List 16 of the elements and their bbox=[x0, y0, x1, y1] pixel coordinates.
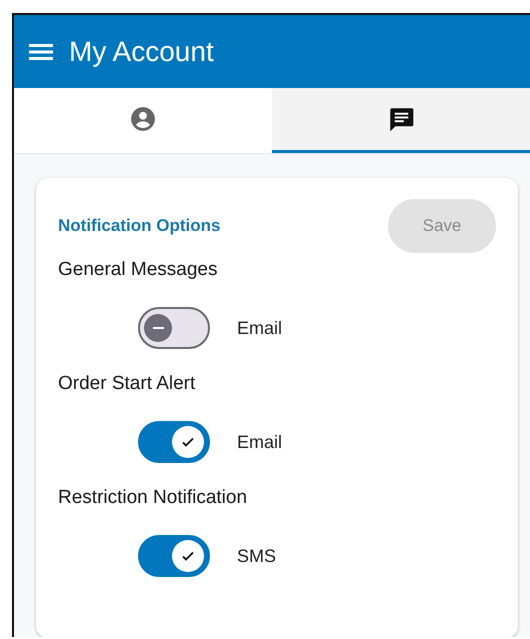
section-title: Notification Options bbox=[58, 216, 220, 236]
toggle-switch[interactable] bbox=[138, 421, 210, 463]
menu-icon[interactable] bbox=[29, 42, 53, 60]
tab[interactable] bbox=[272, 88, 530, 153]
message-icon bbox=[388, 106, 414, 132]
minus-icon bbox=[152, 327, 164, 329]
toggle-label: SMS bbox=[237, 546, 276, 566]
app-title: My Account bbox=[69, 36, 214, 68]
option-title: Order Start Alert bbox=[58, 373, 196, 395]
toggle-switch[interactable] bbox=[138, 307, 210, 349]
option-title: Restriction Notification bbox=[58, 487, 248, 509]
toggle-label: Email bbox=[237, 318, 282, 338]
person-icon bbox=[130, 106, 156, 132]
option-title: General Messages bbox=[58, 259, 218, 281]
toggle-label: Email bbox=[237, 432, 282, 452]
toggle-switch[interactable] bbox=[138, 535, 210, 577]
